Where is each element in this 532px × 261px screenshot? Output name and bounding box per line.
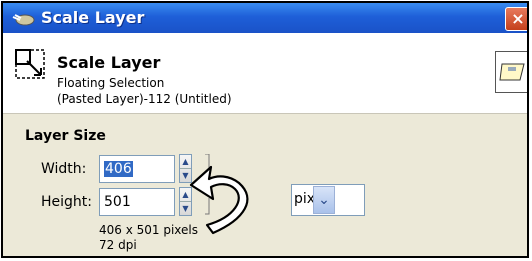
close-button[interactable]: × — [505, 7, 527, 31]
width-label: Width: — [41, 161, 87, 177]
title-bar: Scale Layer × — [3, 3, 527, 33]
height-field[interactable]: 501 — [99, 188, 175, 216]
dropdown-arrow-icon[interactable]: ⌄ — [313, 186, 335, 214]
height-label: Height: — [41, 194, 92, 210]
window-title: Scale Layer — [41, 8, 145, 27]
header-layer-name: (Pasted Layer)-112 (Untitled) — [57, 92, 232, 106]
scale-layer-icon — [15, 49, 45, 79]
size-info: 406 x 501 pixels — [99, 223, 199, 237]
layer-size-heading: Layer Size — [25, 128, 106, 144]
scale-layer-dialog: Scale Layer × Scale Layer Floating Selec… — [1, 1, 529, 258]
dialog-header: Scale Layer Floating Selection (Pasted L… — [3, 33, 527, 114]
width-value: 406 — [104, 161, 133, 177]
height-value: 501 — [104, 194, 131, 210]
header-subtitle: Floating Selection — [57, 76, 165, 90]
resolution-info: 72 dpi — [99, 238, 137, 252]
app-wilber-icon — [12, 14, 35, 26]
layer-thumbnail-icon — [495, 51, 527, 93]
header-title: Scale Layer — [57, 53, 161, 72]
width-field[interactable]: 406 — [99, 155, 175, 183]
annotation-arrow — [189, 165, 249, 235]
